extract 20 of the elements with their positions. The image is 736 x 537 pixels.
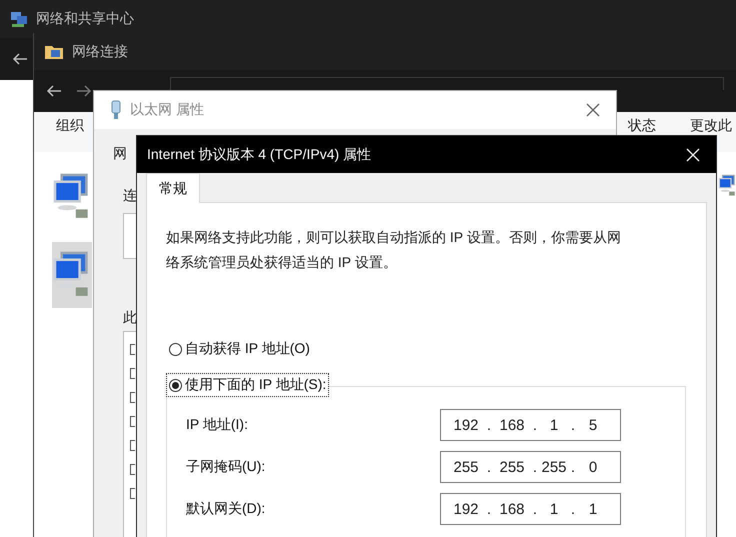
window-title: 以太网 属性 [130, 101, 205, 119]
tab[interactable]: 常规 [146, 173, 200, 203]
section-label: 连 [123, 187, 137, 205]
ip-address-field[interactable]: 255 . 255 . 255 . 0 [440, 451, 621, 483]
tab[interactable]: 网 [113, 145, 127, 163]
description-text: 如果网络支持此功能，则可以获取自动指派的 IP 设置。否则，你需要从网络系统管理员处获得适当的 IP 设置。 [166, 228, 622, 272]
window-title: 网络连接 [72, 42, 129, 60]
field-label: IP 地址(I): [186, 416, 249, 434]
radio-option[interactable]: 自动获得 IP 地址(O) [166, 337, 313, 361]
section-label: 此 [123, 309, 137, 327]
ip-address-field[interactable]: 192 . 168 . 1 . 5 [440, 409, 621, 441]
window-title: Internet 协议版本 4 (TCP/IPv4) 属性 [147, 146, 372, 164]
field-label: 子网掩码(U): [186, 458, 266, 476]
radio-option[interactable]: 使用下面的 IP 地址(S): [166, 373, 330, 397]
window-title: 网络和共享中心 [36, 10, 135, 28]
toolbar-command[interactable]: 更改此 [690, 117, 732, 135]
toolbar-command[interactable]: 状态 [628, 117, 656, 135]
ip-address-field[interactable]: 192 . 168 . 1 . 1 [440, 493, 621, 525]
organize-menu[interactable]: 组织 [56, 117, 84, 135]
field-label: 默认网关(D): [186, 500, 266, 518]
